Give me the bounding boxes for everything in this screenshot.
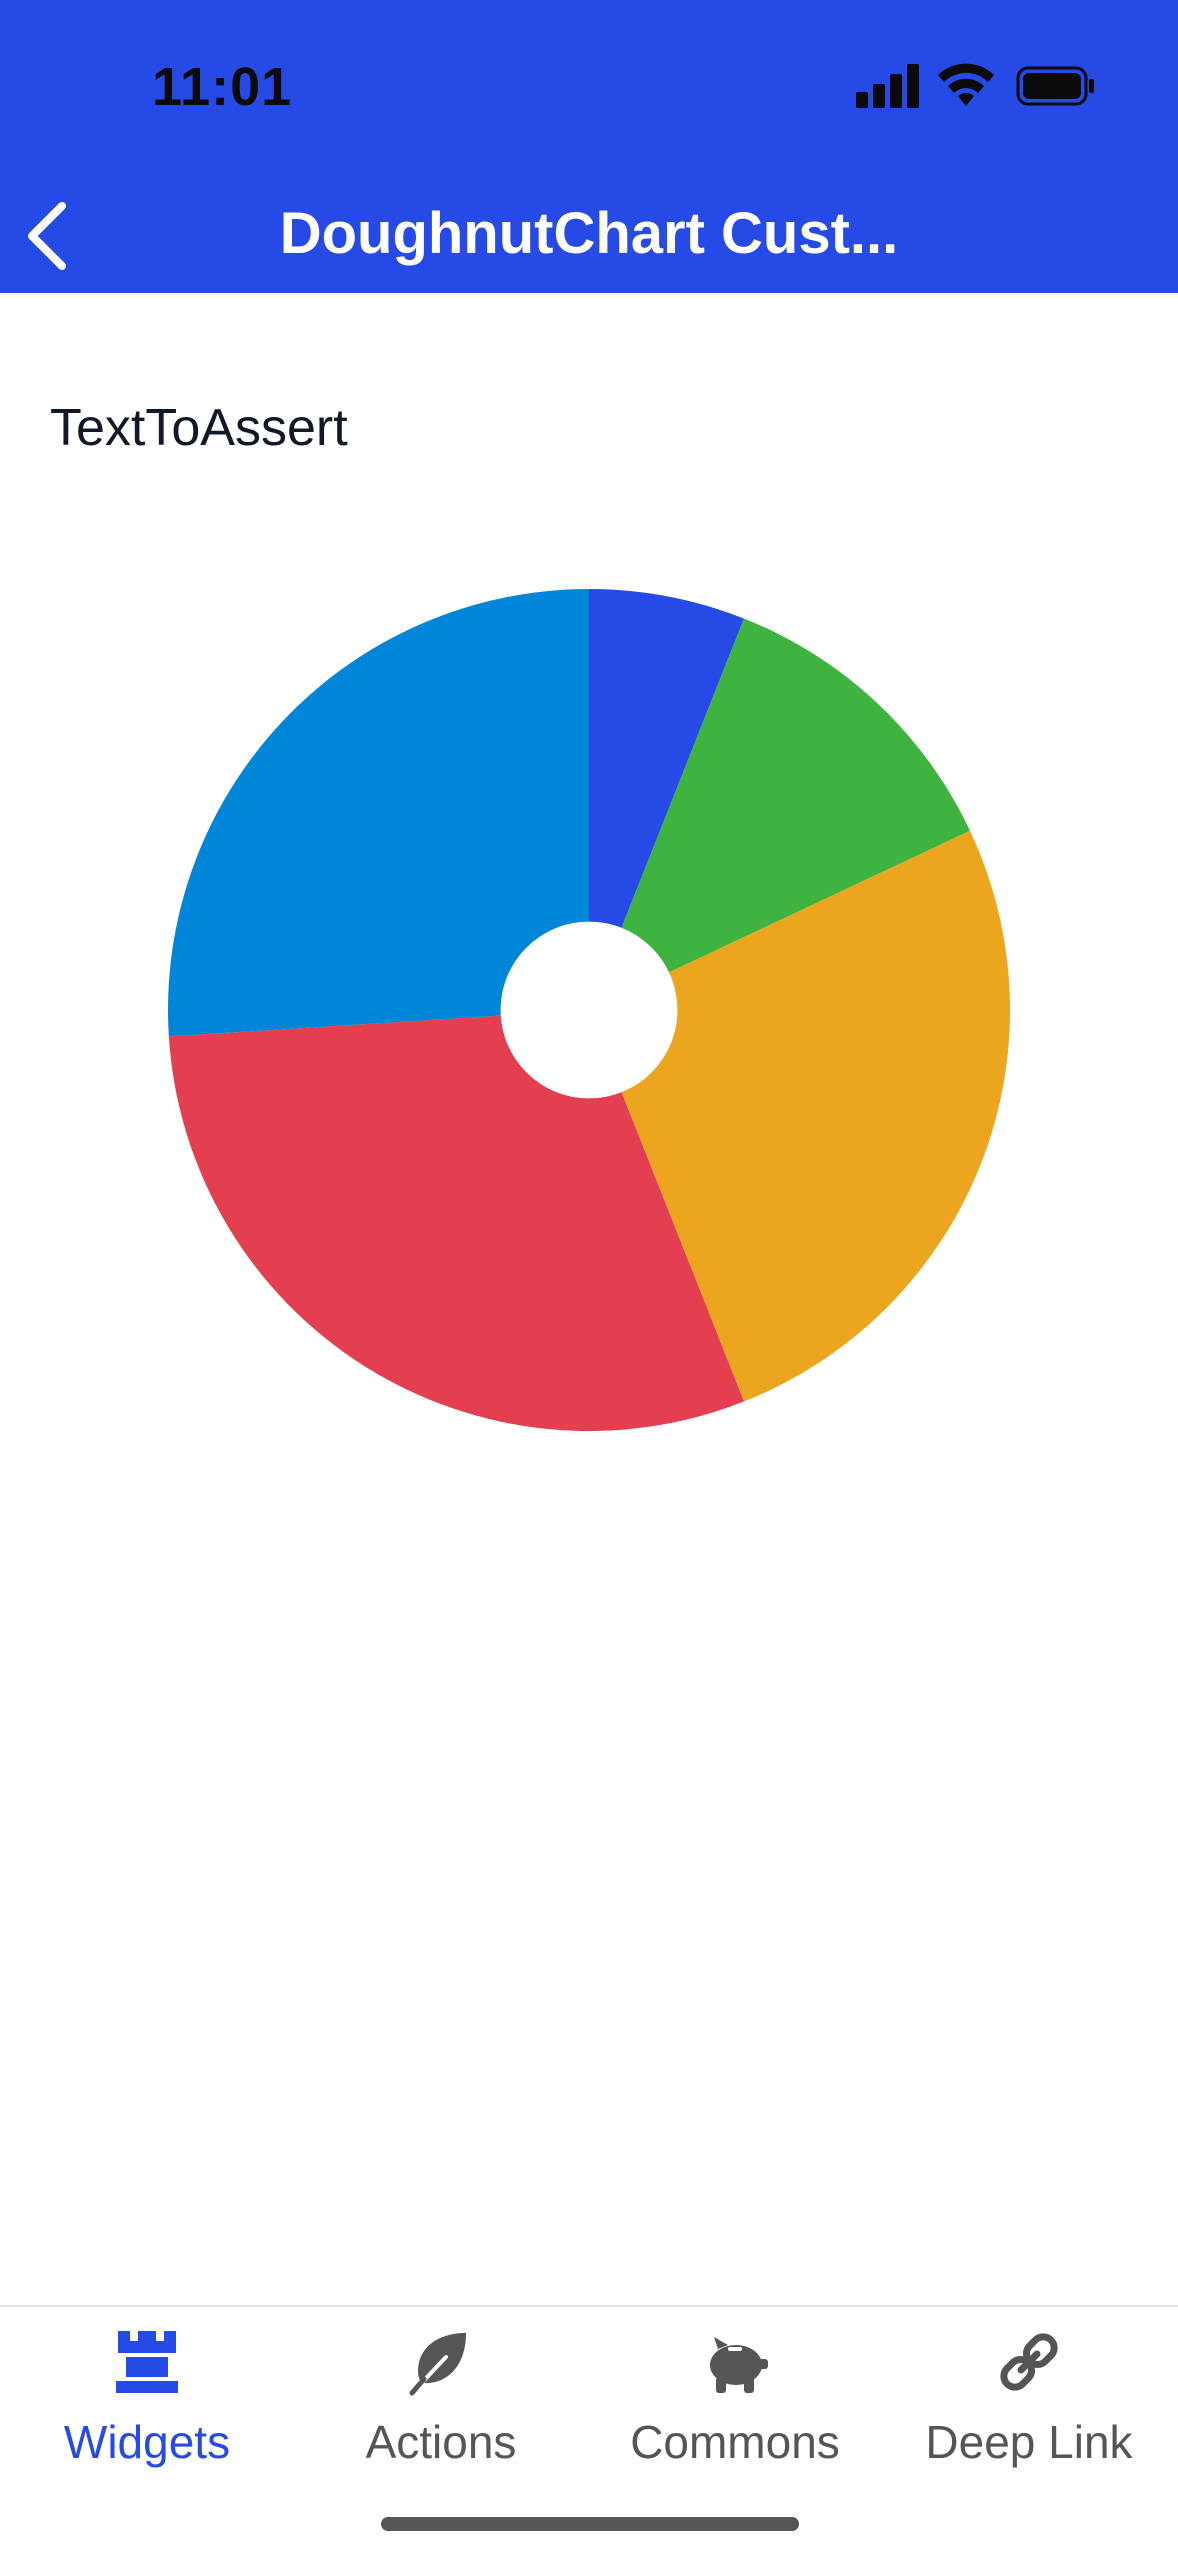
tab-actions[interactable]: Actions <box>294 2327 588 2469</box>
doughnut-hole <box>500 921 678 1099</box>
tab-commons[interactable]: Commons <box>588 2327 882 2469</box>
tab-label-commons: Commons <box>630 2416 840 2468</box>
tab-label-actions: Actions <box>365 2416 517 2468</box>
page-title: DoughnutChart Cust... <box>279 201 899 266</box>
link-icon <box>1000 2333 1058 2391</box>
tab-widgets[interactable]: Widgets <box>0 2327 294 2469</box>
leaf-icon <box>409 2333 466 2396</box>
piggy-bank-icon <box>710 2337 768 2393</box>
rook-icon <box>116 2331 178 2393</box>
battery-icon <box>1016 66 1094 106</box>
tab-deep-link[interactable]: Deep Link <box>882 2327 1176 2469</box>
app-header: 11:01 DoughnutChart Cust... <box>0 0 1178 293</box>
assert-text: TextToAssert <box>50 399 348 457</box>
doughnut-chart <box>168 589 1011 1431</box>
status-icons <box>856 62 1096 112</box>
home-indicator <box>381 2517 799 2531</box>
tab-label-deep-link: Deep Link <box>925 2416 1133 2468</box>
status-time: 11:01 <box>152 57 293 117</box>
tab-label-widgets: Widgets <box>63 2416 231 2468</box>
signal-icon <box>856 64 919 108</box>
wifi-icon <box>938 63 994 106</box>
